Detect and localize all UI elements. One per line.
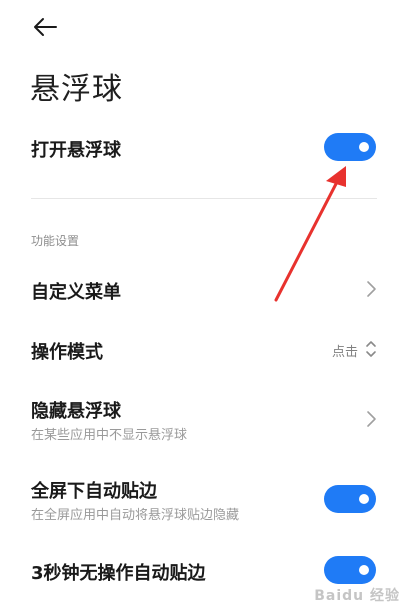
operation-mode-label: 操作模式 xyxy=(31,342,103,363)
custom-menu-label: 自定义菜单 xyxy=(31,282,121,303)
toggle-knob xyxy=(359,142,369,152)
chevron-right-icon xyxy=(367,411,376,427)
floating-ball-toggle-row[interactable]: 打开悬浮球 xyxy=(0,126,406,170)
toggle-knob xyxy=(359,494,369,504)
watermark: Baidu 经验 xyxy=(314,588,400,604)
chevron-up-down-icon xyxy=(366,341,376,357)
operation-mode-value: 点击 xyxy=(331,345,358,360)
fullscreen-auto-edge-label: 全屏下自动贴边 xyxy=(31,481,157,502)
toggle-knob xyxy=(359,565,369,575)
hide-floating-ball-row[interactable]: 隐藏悬浮球 在某些应用中不显示悬浮球 xyxy=(0,390,406,446)
back-button[interactable] xyxy=(28,12,62,42)
arrow-left-icon xyxy=(34,18,57,36)
operation-mode-row[interactable]: 操作模式 点击 xyxy=(0,328,406,372)
fullscreen-auto-edge-subtitle: 在全屏应用中自动将悬浮球贴边隐藏 xyxy=(31,508,240,523)
floating-ball-toggle[interactable] xyxy=(324,133,376,161)
custom-menu-row[interactable]: 自定义菜单 xyxy=(0,268,406,312)
settings-screen: 悬浮球 打开悬浮球 功能设置 自定义菜单 操作模式 点击 隐藏悬浮球 在某些应用… xyxy=(0,0,406,611)
idle-auto-edge-toggle[interactable] xyxy=(324,556,376,584)
chevron-right-icon xyxy=(367,281,376,297)
hide-floating-ball-label: 隐藏悬浮球 xyxy=(31,401,121,422)
divider xyxy=(31,198,377,199)
idle-auto-edge-label: 3秒钟无操作自动贴边 xyxy=(31,563,206,584)
page-title: 悬浮球 xyxy=(30,72,123,107)
fullscreen-auto-edge-row[interactable]: 全屏下自动贴边 在全屏应用中自动将悬浮球贴边隐藏 xyxy=(0,470,406,526)
section-title: 功能设置 xyxy=(31,234,80,248)
floating-ball-toggle-label: 打开悬浮球 xyxy=(31,140,121,161)
hide-floating-ball-subtitle: 在某些应用中不显示悬浮球 xyxy=(31,428,188,443)
fullscreen-auto-edge-toggle[interactable] xyxy=(324,485,376,513)
